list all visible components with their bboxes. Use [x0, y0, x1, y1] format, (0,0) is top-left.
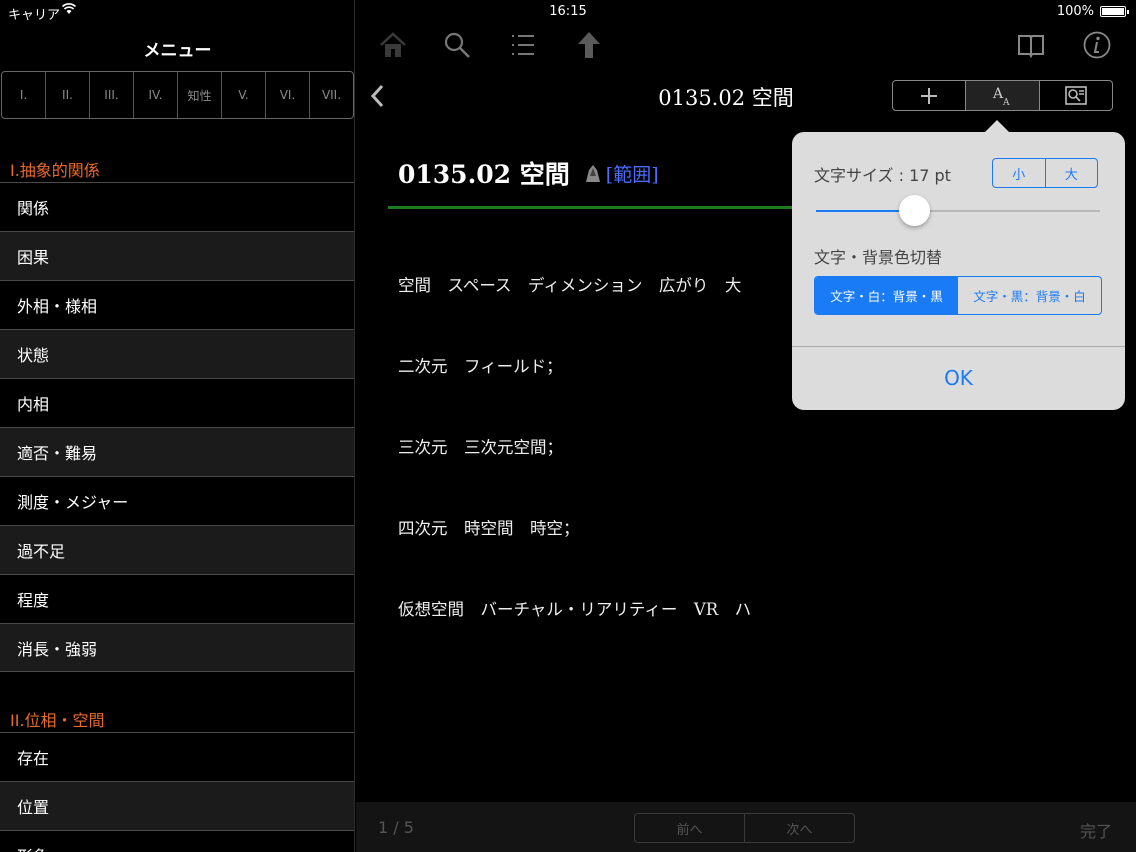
next-button[interactable]: 次へ — [745, 814, 854, 842]
battery-percent: 100% — [1056, 4, 1094, 19]
menu-item[interactable]: 過不足 — [0, 525, 354, 574]
menu-item[interactable]: 内相 — [0, 378, 354, 427]
menu-item[interactable]: 位置 — [0, 781, 354, 830]
up-arrow-icon[interactable] — [574, 30, 604, 60]
color-mode-label: 文字・背景色切替 — [814, 248, 943, 267]
entry-line: 仮想空間 バーチャル・リアリティー VR ハ — [398, 600, 752, 619]
menu-item[interactable]: 適否・難易 — [0, 427, 354, 476]
black-on-white-option[interactable]: 文字・黒：背景・白 — [958, 277, 1101, 314]
text-size-button[interactable]: A A — [966, 81, 1040, 110]
section-header: I.抽象的関係 — [10, 161, 100, 180]
font-larger-button[interactable]: 大 — [1046, 159, 1098, 187]
white-on-black-option[interactable]: 文字・白：背景・黒 — [815, 277, 958, 314]
volume-tabs: I. II. III. IV. 知性 V. VI. VII. — [1, 71, 354, 119]
menu-item[interactable]: 測度・メジャー — [0, 476, 354, 525]
prev-button[interactable]: 前へ — [635, 814, 745, 842]
done-button[interactable]: 完了 — [1080, 818, 1112, 842]
menu-item[interactable]: 困果 — [0, 231, 354, 280]
status-bar: キャリア 16:15 100% — [0, 0, 1136, 23]
menu-item[interactable]: 存在 — [0, 732, 354, 781]
tool-segmented-control: A A — [892, 80, 1113, 111]
volume-tab-7[interactable]: VII. — [310, 72, 353, 118]
page-indicator: 1 / 5 — [378, 818, 414, 837]
popover-arrow — [984, 120, 1010, 133]
entry-title: 0135.02 空間 — [398, 160, 570, 189]
slider-knob[interactable] — [899, 195, 931, 226]
main-pane: 0135.02 空間 A A 0135.02 空間 [範囲] 空間 スペース デ… — [356, 0, 1136, 852]
volume-tab-4[interactable]: IV. — [134, 72, 178, 118]
menu-item[interactable]: 形象 — [0, 830, 354, 852]
entry-line: 二次元 フィールド； — [398, 357, 563, 376]
entry-heading: 0135.02 空間 [範囲] — [398, 155, 659, 191]
entry-line: 空間 スペース ディメンション 広がり 大 — [398, 276, 742, 295]
battery-icon — [1100, 6, 1129, 17]
plus-icon — [921, 87, 938, 104]
menu-list: 関係 困果 外相・様相 状態 内相 適否・難易 測度・メジャー 過不足 程度 消… — [0, 182, 354, 672]
clock: 16:15 — [549, 4, 587, 19]
entry-body: 空間 スペース ディメンション 広がり 大 二次元 フィールド； 三次元 三次元… — [398, 218, 818, 677]
menu-item[interactable]: 程度 — [0, 574, 354, 623]
volume-tab-intellect[interactable]: 知性 — [178, 72, 222, 118]
menu-item[interactable]: 外相・様相 — [0, 280, 354, 329]
color-mode-control: 文字・白：背景・黒 文字・黒：背景・白 — [814, 276, 1102, 315]
volume-tab-3[interactable]: III. — [90, 72, 134, 118]
menu-item[interactable]: 消長・強弱 — [0, 623, 354, 672]
font-size-stepper: 小 大 — [992, 158, 1098, 188]
info-icon[interactable] — [1082, 30, 1112, 60]
ok-button[interactable]: OK — [792, 366, 1125, 390]
menu-item[interactable]: 関係 — [0, 182, 354, 231]
nav-title: 0135.02 空間 — [658, 86, 794, 110]
sidebar-menu: メニュー I. II. III. IV. 知性 V. VI. VII. I.抽象… — [0, 0, 355, 852]
font-smaller-button[interactable]: 小 — [993, 159, 1046, 187]
search-icon[interactable] — [442, 30, 472, 60]
entry-line: 四次元 時空間 時空； — [398, 519, 580, 538]
home-icon[interactable] — [378, 30, 408, 60]
range-link[interactable]: [範囲] — [606, 160, 659, 187]
prev-next-control: 前へ 次へ — [634, 813, 855, 843]
book-icon[interactable] — [1016, 30, 1046, 60]
text-settings-popover: 文字サイズ : 17 pt 小 大 文字・背景色切替 文字・白：背景・黒 文字・… — [792, 120, 1125, 410]
back-chevron-icon[interactable] — [368, 82, 388, 110]
volume-tab-1[interactable]: I. — [2, 72, 46, 118]
volume-tab-5[interactable]: V. — [222, 72, 266, 118]
menu-list: 存在 位置 形象 — [0, 732, 354, 852]
pen-icon — [585, 165, 600, 182]
menu-item[interactable]: 状態 — [0, 329, 354, 378]
popover-divider — [792, 346, 1125, 347]
search-document-button[interactable] — [1040, 81, 1112, 110]
section-header: II.位相・空間 — [10, 711, 105, 730]
list-icon[interactable] — [508, 30, 538, 60]
volume-tab-6[interactable]: VI. — [266, 72, 310, 118]
entry-line: 三次元 三次元空間； — [398, 438, 563, 457]
search-document-icon — [1065, 85, 1087, 105]
text-size-icon: A A — [992, 86, 1010, 107]
add-bookmark-button[interactable] — [893, 81, 967, 110]
svg-text:A: A — [1002, 98, 1010, 107]
font-size-slider[interactable] — [816, 195, 1100, 226]
volume-tab-2[interactable]: II. — [46, 72, 90, 118]
bottom-toolbar: 1 / 5 前へ 次へ 完了 — [356, 802, 1136, 852]
font-size-label: 文字サイズ : 17 pt — [814, 166, 951, 185]
sidebar-title: メニュー — [143, 41, 212, 61]
